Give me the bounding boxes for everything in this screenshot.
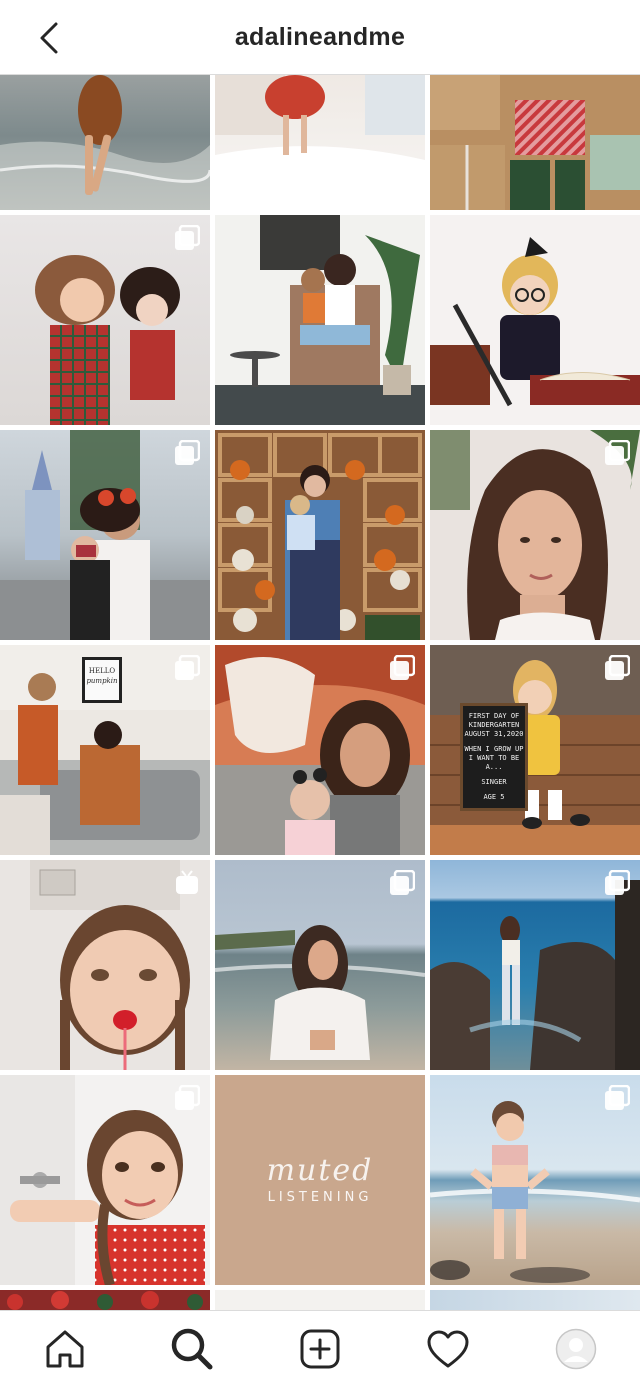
profile-header: adalineandme xyxy=(0,0,640,75)
board-line: SINGER xyxy=(481,778,507,786)
nav-search[interactable] xyxy=(167,1324,217,1374)
grid-post[interactable] xyxy=(430,430,640,640)
grid-post[interactable] xyxy=(215,75,425,210)
carousel-icon xyxy=(605,870,630,895)
nav-home[interactable] xyxy=(40,1324,90,1374)
carousel-icon xyxy=(175,1085,200,1110)
plus-square-icon xyxy=(300,1329,340,1369)
listening-text: LISTENING xyxy=(267,1189,373,1205)
sign-line: pumpkin xyxy=(86,677,118,685)
pumpkin-sign: HELLO pumpkin xyxy=(82,657,122,703)
avatar-icon xyxy=(555,1328,597,1370)
grid-post[interactable] xyxy=(215,1290,425,1310)
sign-line: HELLO xyxy=(88,667,116,675)
bottom-navigation xyxy=(0,1310,640,1386)
grid-post[interactable]: FIRST DAY OF KINDERGARTEN AUGUST 31,2020… xyxy=(430,645,640,855)
board-line: I WANT TO BE A... xyxy=(468,754,520,771)
grid-post[interactable]: HELLO pumpkin xyxy=(0,645,210,855)
muted-script-text: muted xyxy=(266,1152,374,1188)
profile-username: adalineandme xyxy=(234,23,406,51)
carousel-icon xyxy=(605,440,630,465)
grid-post[interactable] xyxy=(430,1075,640,1285)
video-icon xyxy=(176,870,198,894)
grid-post[interactable] xyxy=(215,645,425,855)
grid-post[interactable] xyxy=(0,215,210,425)
nav-profile[interactable] xyxy=(551,1324,601,1374)
grid-post[interactable] xyxy=(215,860,425,1070)
board-line: WHEN I GROW UP xyxy=(464,745,524,753)
carousel-icon xyxy=(390,655,415,680)
carousel-icon xyxy=(175,655,200,680)
grid-post[interactable] xyxy=(430,860,640,1070)
heart-icon xyxy=(427,1330,469,1368)
grid-post[interactable] xyxy=(0,1290,210,1310)
nav-new-post[interactable] xyxy=(295,1324,345,1374)
kindergarten-letterboard: FIRST DAY OF KINDERGARTEN AUGUST 31,2020… xyxy=(460,703,528,811)
carousel-icon xyxy=(175,225,200,250)
post-grid: HELLO pumpkin FIRST DAY OF KINDERGARTEN … xyxy=(0,75,640,1310)
home-icon xyxy=(46,1330,84,1368)
grid-post[interactable] xyxy=(0,75,210,210)
grid-post[interactable] xyxy=(0,860,210,1070)
board-line: FIRST DAY OF xyxy=(468,712,520,720)
nav-activity[interactable] xyxy=(423,1324,473,1374)
carousel-icon xyxy=(390,870,415,895)
carousel-icon xyxy=(605,655,630,680)
carousel-icon xyxy=(605,1085,630,1110)
grid-post[interactable] xyxy=(215,215,425,425)
grid-post[interactable] xyxy=(430,215,640,425)
grid-post[interactable] xyxy=(430,75,640,210)
search-icon xyxy=(171,1328,213,1370)
grid-post[interactable] xyxy=(430,1290,640,1310)
grid-post[interactable] xyxy=(0,430,210,640)
carousel-icon xyxy=(175,440,200,465)
board-line: AGE 5 xyxy=(483,793,505,801)
board-line: KINDERGARTEN xyxy=(468,721,520,729)
board-line: AUGUST 31,2020 xyxy=(464,730,524,738)
grid-post[interactable] xyxy=(0,1075,210,1285)
grid-post[interactable] xyxy=(215,430,425,640)
grid-post-muted-listening[interactable]: muted LISTENING xyxy=(215,1075,425,1285)
